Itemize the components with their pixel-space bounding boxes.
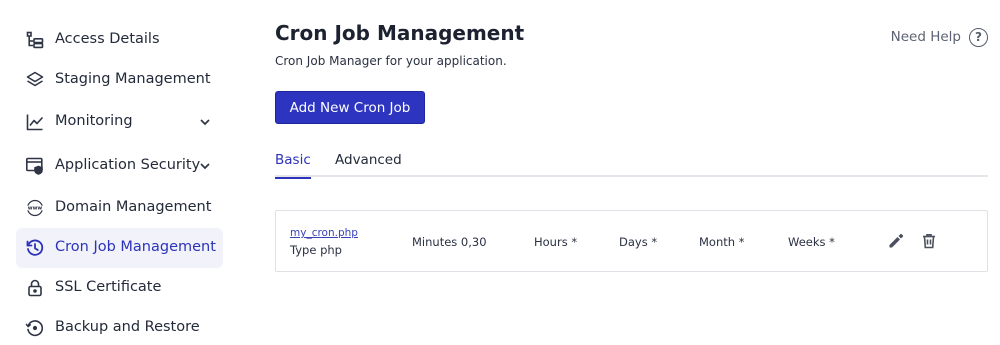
sidebar-item-label: SSL Certificate [55,279,162,295]
cron-job-month: Month * [699,235,745,249]
sidebar-item-label: Cron Job Management [55,239,216,255]
page-subtitle: Cron Job Manager for your application. [275,54,507,68]
sidebar-item-cron-job-management[interactable]: Cron Job Management [16,228,223,268]
add-new-cron-job-button[interactable]: Add New Cron Job [275,91,425,124]
cron-job-name-link[interactable]: my_cron.php [290,227,358,239]
cron-job-row: my_cron.php Type php Minutes 0,30 Hours … [275,210,988,272]
question-circle-icon[interactable]: ? [969,27,988,47]
trash-icon[interactable] [919,231,939,251]
www-globe-icon: www [24,197,46,219]
page-title: Cron Job Management [275,21,525,45]
pencil-icon[interactable] [886,231,906,251]
cron-job-weeks: Weeks * [788,235,835,249]
access-details-icon [24,29,46,51]
sidebar: Access Details Staging Management Monito… [0,0,240,345]
tab-basic[interactable]: Basic [275,152,311,179]
cron-job-minutes: Minutes 0,30 [412,235,487,249]
sidebar-item-label: Monitoring [55,113,133,129]
sidebar-item-access-details[interactable]: Access Details [16,20,223,60]
line-chart-icon [24,111,46,133]
sidebar-item-ssl-certificate[interactable]: SSL Certificate [16,268,223,308]
window-shield-icon [24,155,46,177]
sidebar-item-label: Backup and Restore [55,319,200,335]
tab-advanced[interactable]: Advanced [335,152,402,176]
layers-icon [24,69,46,91]
need-help-link[interactable]: Need Help ? [891,26,988,48]
history-clock-icon [24,237,46,259]
chevron-down-icon[interactable] [197,114,213,130]
lock-icon [24,277,46,299]
cron-job-hours: Hours * [534,235,578,249]
svg-text:www: www [28,206,43,212]
sidebar-item-label: Staging Management [55,71,211,87]
sidebar-item-label: Access Details [55,31,160,47]
sidebar-item-monitoring[interactable]: Monitoring [16,102,223,142]
need-help-label: Need Help [890,29,961,45]
sidebar-item-backup-and-restore[interactable]: Backup and Restore [16,308,223,345]
sidebar-item-application-security[interactable]: Application Security [16,146,223,186]
tabs: Basic Advanced [275,150,988,179]
chevron-down-icon[interactable] [197,158,213,174]
cron-job-type: Type php [290,243,342,257]
app-root: Access Details Staging Management Monito… [0,0,1000,345]
sidebar-item-label: Domain Management [55,199,212,215]
sidebar-item-domain-management[interactable]: www Domain Management [16,188,223,228]
sidebar-item-staging-management[interactable]: Staging Management [16,60,223,100]
cron-job-days: Days * [619,235,658,249]
sidebar-item-label: Application Security [55,157,201,173]
restore-icon [24,317,46,339]
